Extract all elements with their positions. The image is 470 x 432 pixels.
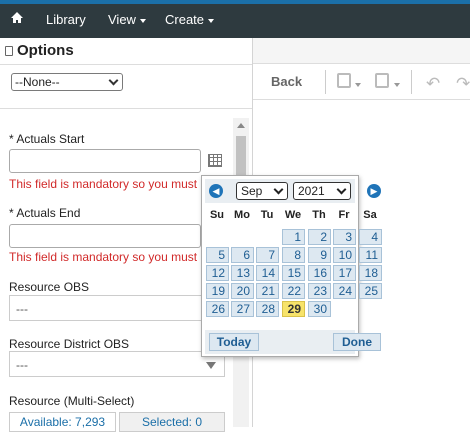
calendar-day-selected[interactable]: 29 bbox=[282, 301, 305, 317]
month-select[interactable]: Sep bbox=[236, 182, 288, 200]
top-nav-bar: Library View Create bbox=[0, 0, 470, 38]
chevron-down-icon[interactable] bbox=[355, 83, 361, 87]
tab-available[interactable]: Available: 7,293 bbox=[9, 412, 116, 432]
calendar-day[interactable]: 11 bbox=[359, 247, 382, 263]
calendar-day[interactable]: 23 bbox=[308, 283, 331, 299]
calendar-day[interactable]: 20 bbox=[231, 283, 254, 299]
calendar-day[interactable]: 26 bbox=[206, 301, 229, 317]
calendar-day[interactable]: 19 bbox=[206, 283, 229, 299]
weekday-label: We bbox=[284, 209, 302, 221]
calendar-day[interactable]: 5 bbox=[206, 247, 229, 263]
resource-obs-value: --- bbox=[16, 302, 28, 316]
calendar-day[interactable]: 17 bbox=[333, 265, 356, 281]
calendar-day[interactable]: 12 bbox=[206, 265, 229, 281]
next-month-icon[interactable]: ▶ bbox=[367, 184, 381, 198]
calendar-day[interactable]: 3 bbox=[333, 229, 356, 245]
options-header: Options bbox=[0, 38, 252, 65]
options-title: Options bbox=[17, 42, 74, 59]
done-button[interactable]: Done bbox=[333, 333, 381, 351]
divider bbox=[0, 108, 252, 109]
nav-view-label: View bbox=[108, 12, 136, 27]
calendar-day[interactable]: 6 bbox=[231, 247, 254, 263]
calendar-day[interactable]: 2 bbox=[308, 229, 331, 245]
calendar-day[interactable]: 8 bbox=[282, 247, 305, 263]
previous-month-icon[interactable]: ◀ bbox=[209, 184, 223, 198]
weekday-label: Tu bbox=[260, 209, 274, 221]
weekday-label: Sa bbox=[363, 209, 377, 221]
calendar-day[interactable]: 7 bbox=[256, 247, 279, 263]
date-picker-popup: ◀ Sep 2021 ▶ Su Mo Tu We Th Fr Sa 1 2 3 4 5 6 7 8 9 10 1… bbox=[201, 175, 382, 357]
right-header-area bbox=[253, 38, 470, 63]
calendar-day[interactable]: 24 bbox=[333, 283, 356, 299]
options-filter-value: --None-- bbox=[15, 75, 60, 89]
home-icon[interactable] bbox=[10, 11, 24, 27]
today-button[interactable]: Today bbox=[209, 333, 259, 351]
nav-library[interactable]: Library bbox=[46, 12, 86, 27]
calendar-day[interactable]: 28 bbox=[256, 301, 279, 317]
resource-obs-field[interactable]: --- bbox=[9, 295, 225, 321]
toolbar-divider bbox=[411, 70, 412, 94]
actuals-start-input[interactable] bbox=[9, 149, 201, 173]
weekday-label: Fr bbox=[338, 209, 350, 221]
calendar-day[interactable]: 14 bbox=[256, 265, 279, 281]
collapse-panel-icon[interactable] bbox=[5, 46, 13, 56]
resource-obs-label: Resource OBS bbox=[9, 280, 90, 294]
actuals-start-label: * Actuals Start bbox=[9, 132, 85, 146]
chevron-down-icon bbox=[139, 18, 146, 23]
resource-district-obs-value: --- bbox=[16, 358, 28, 372]
calendar-day[interactable]: 1 bbox=[282, 229, 305, 245]
calendar-day[interactable]: 4 bbox=[359, 229, 382, 245]
nav-create-label: Create bbox=[165, 12, 205, 27]
calendar-day[interactable]: 16 bbox=[308, 265, 331, 281]
nav-create-menu[interactable]: Create bbox=[165, 12, 215, 27]
actuals-end-input[interactable] bbox=[9, 224, 201, 248]
calendar-icon[interactable] bbox=[208, 154, 222, 167]
toolbar-divider bbox=[325, 70, 326, 94]
weekday-label: Su bbox=[209, 209, 225, 221]
weekday-label: Mo bbox=[234, 209, 250, 221]
scroll-up-icon[interactable] bbox=[237, 123, 245, 128]
chevron-down-icon bbox=[208, 18, 215, 23]
options-filter-select[interactable]: --None-- bbox=[11, 73, 123, 91]
calendar-day[interactable]: 10 bbox=[333, 247, 356, 263]
year-value: 2021 bbox=[298, 184, 325, 198]
tab-selected[interactable]: Selected: 0 bbox=[119, 412, 225, 432]
export-icon[interactable] bbox=[375, 73, 389, 88]
calendar-day[interactable]: 27 bbox=[231, 301, 254, 317]
actuals-end-error: This field is mandatory so you must bbox=[9, 250, 198, 264]
resource-district-obs-field[interactable]: --- bbox=[9, 351, 225, 377]
weekday-label: Th bbox=[312, 209, 326, 221]
calendar-day[interactable]: 21 bbox=[256, 283, 279, 299]
resource-multi-label: Resource (Multi-Select) bbox=[9, 394, 135, 408]
actuals-end-label: * Actuals End bbox=[9, 206, 81, 220]
calendar-day[interactable]: 15 bbox=[282, 265, 305, 281]
nav-view-menu[interactable]: View bbox=[108, 12, 146, 27]
actuals-start-error: This field is mandatory so you must bbox=[9, 177, 198, 191]
back-button[interactable]: Back bbox=[271, 74, 302, 89]
calendar-day[interactable]: 9 bbox=[308, 247, 331, 263]
chevron-down-icon bbox=[273, 184, 284, 195]
undo-icon[interactable]: ↶ bbox=[426, 74, 440, 94]
date-picker-header: ◀ Sep 2021 ▶ bbox=[205, 179, 381, 203]
calendar-day[interactable]: 30 bbox=[308, 301, 331, 317]
resource-district-obs-label: Resource District OBS bbox=[9, 337, 130, 351]
month-value: Sep bbox=[241, 184, 263, 198]
date-picker-footer: Today Done bbox=[205, 330, 381, 354]
calendar-day[interactable]: 22 bbox=[282, 283, 305, 299]
dropdown-arrow-icon bbox=[206, 362, 216, 369]
calendar-day[interactable]: 18 bbox=[359, 265, 382, 281]
right-toolbar: Back ↶ ↷ bbox=[253, 63, 470, 100]
chevron-down-icon[interactable] bbox=[394, 83, 400, 87]
chevron-down-icon bbox=[336, 184, 347, 195]
calendar-day[interactable]: 13 bbox=[231, 265, 254, 281]
year-select[interactable]: 2021 bbox=[293, 182, 351, 200]
save-icon[interactable] bbox=[337, 73, 351, 88]
redo-icon[interactable]: ↷ bbox=[456, 74, 470, 94]
calendar-day[interactable]: 25 bbox=[359, 283, 382, 299]
chevron-down-icon bbox=[108, 75, 119, 86]
